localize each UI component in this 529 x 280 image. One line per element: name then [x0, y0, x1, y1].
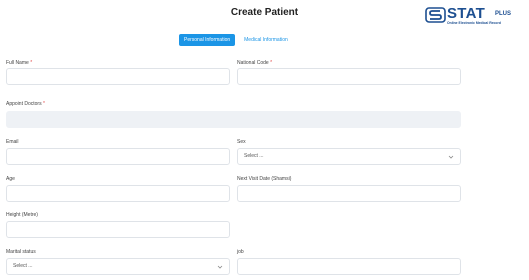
required-mark: *: [270, 60, 273, 66]
full-name-input[interactable]: [6, 68, 230, 85]
email-label: Email: [6, 139, 19, 145]
national-code-label: National Code *: [237, 60, 272, 66]
logo-tagline: Online Electronic Medical Record: [447, 21, 501, 25]
full-name-label: Full Name *: [6, 60, 32, 66]
marital-status-select[interactable]: Select ...: [6, 258, 230, 275]
tab-personal-information[interactable]: Personal Information: [179, 34, 236, 46]
national-code-label-text: National Code: [237, 60, 269, 66]
form-tabs: Personal Information Medical Information: [179, 34, 293, 46]
appoint-doctors-label: Appoint Doctors *: [6, 101, 45, 107]
height-label: Height (Metre): [6, 212, 38, 218]
appoint-doctors-label-text: Appoint Doctors: [6, 101, 42, 107]
tab-medical-information[interactable]: Medical Information: [239, 34, 293, 46]
statplus-logo: STAT PLUS Online Electronic Medical Reco…: [425, 5, 521, 26]
logo-plus: PLUS: [495, 11, 512, 17]
stat-logo-icon: [425, 7, 446, 23]
marital-status-value: Select ...: [13, 263, 33, 269]
marital-status-label: Marital status: [6, 249, 36, 255]
chevron-down-icon: [448, 155, 454, 159]
chevron-down-icon: [217, 265, 223, 269]
sex-label: Sex: [237, 139, 246, 145]
sex-select-value: Select ...: [244, 153, 264, 159]
sex-select[interactable]: Select ...: [237, 148, 461, 165]
height-input[interactable]: [6, 221, 230, 238]
next-visit-date-label: Next Visit Date (Shamsi): [237, 176, 292, 182]
required-mark: *: [42, 101, 45, 107]
age-input[interactable]: [6, 185, 230, 202]
full-name-label-text: Full Name: [6, 60, 29, 66]
age-label: Age: [6, 176, 15, 182]
appoint-doctors-select[interactable]: [6, 111, 461, 128]
logo-word: STAT: [447, 5, 486, 22]
national-code-input[interactable]: [237, 68, 461, 85]
job-label: job: [237, 249, 244, 255]
email-input[interactable]: [6, 148, 230, 165]
job-input[interactable]: [237, 258, 461, 275]
next-visit-date-input[interactable]: [237, 185, 461, 202]
required-mark: *: [30, 60, 33, 66]
